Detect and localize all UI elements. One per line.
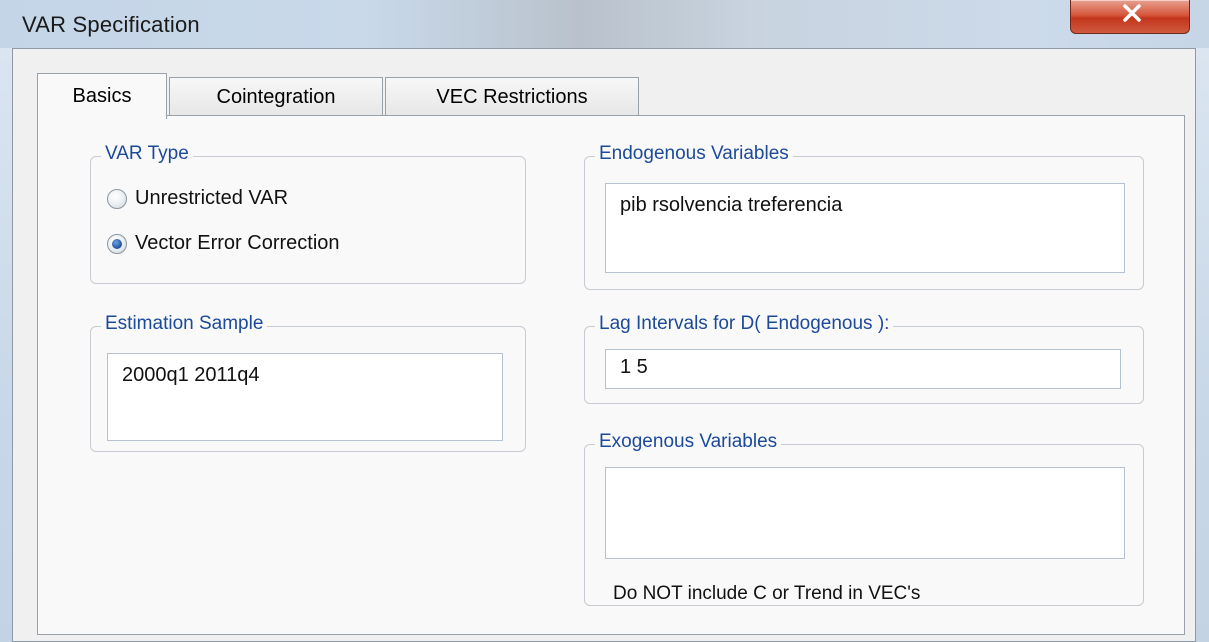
dialog-body: Basics Cointegration VEC Restrictions VA… — [12, 48, 1196, 642]
radio-button-selected[interactable] — [107, 233, 127, 254]
radio-button-unselected[interactable] — [107, 188, 127, 209]
endogenous-variables-group: Endogenous Variables pib rsolvencia tref… — [584, 143, 1144, 290]
title-bar[interactable]: VAR Specification — [0, 0, 1209, 48]
estimation-sample-group: Estimation Sample 2000q1 2011q4 — [90, 313, 526, 452]
close-icon — [1123, 4, 1141, 22]
tab-vec-restrictions[interactable]: VEC Restrictions — [385, 77, 639, 117]
vec-exogenous-note: Do NOT include C or Trend in VEC's — [611, 583, 923, 605]
tab-basics-label: Basics — [72, 85, 132, 107]
lag-intervals-group: Lag Intervals for D( Endogenous ): 1 5 — [584, 313, 1144, 404]
lag-intervals-input[interactable]: 1 5 — [605, 349, 1121, 389]
basics-tab-panel: VAR Type Unrestricted VAR Vector Error C… — [37, 115, 1185, 635]
var-specification-window: VAR Specification Basics Cointegration V… — [0, 0, 1209, 642]
exogenous-variables-input[interactable] — [605, 467, 1125, 559]
exogenous-variables-caption: Exogenous Variables — [595, 431, 782, 453]
exogenous-variables-group: Exogenous Variables Do NOT include C or … — [584, 431, 1144, 606]
lag-intervals-caption: Lag Intervals for D( Endogenous ): — [595, 313, 894, 335]
estimation-sample-caption: Estimation Sample — [101, 313, 268, 335]
endogenous-variables-input[interactable]: pib rsolvencia treferencia — [605, 183, 1125, 273]
var-type-caption: VAR Type — [101, 143, 193, 165]
tab-basics[interactable]: Basics — [37, 73, 167, 119]
tab-cointegration[interactable]: Cointegration — [169, 77, 383, 117]
estimation-sample-input[interactable]: 2000q1 2011q4 — [107, 353, 503, 441]
endogenous-variables-caption: Endogenous Variables — [595, 143, 793, 165]
radio-vector-error-correction[interactable]: Vector Error Correction — [107, 232, 340, 255]
var-type-group: VAR Type Unrestricted VAR Vector Error C… — [90, 143, 526, 284]
window-title: VAR Specification — [22, 12, 200, 37]
radio-label-vector-error-correction: Vector Error Correction — [135, 232, 340, 254]
tab-vec-restrictions-label: VEC Restrictions — [436, 86, 588, 108]
close-button[interactable] — [1070, 0, 1190, 34]
radio-label-unrestricted-var: Unrestricted VAR — [135, 187, 289, 209]
radio-unrestricted-var[interactable]: Unrestricted VAR — [107, 187, 288, 210]
tab-cointegration-label: Cointegration — [216, 86, 336, 108]
